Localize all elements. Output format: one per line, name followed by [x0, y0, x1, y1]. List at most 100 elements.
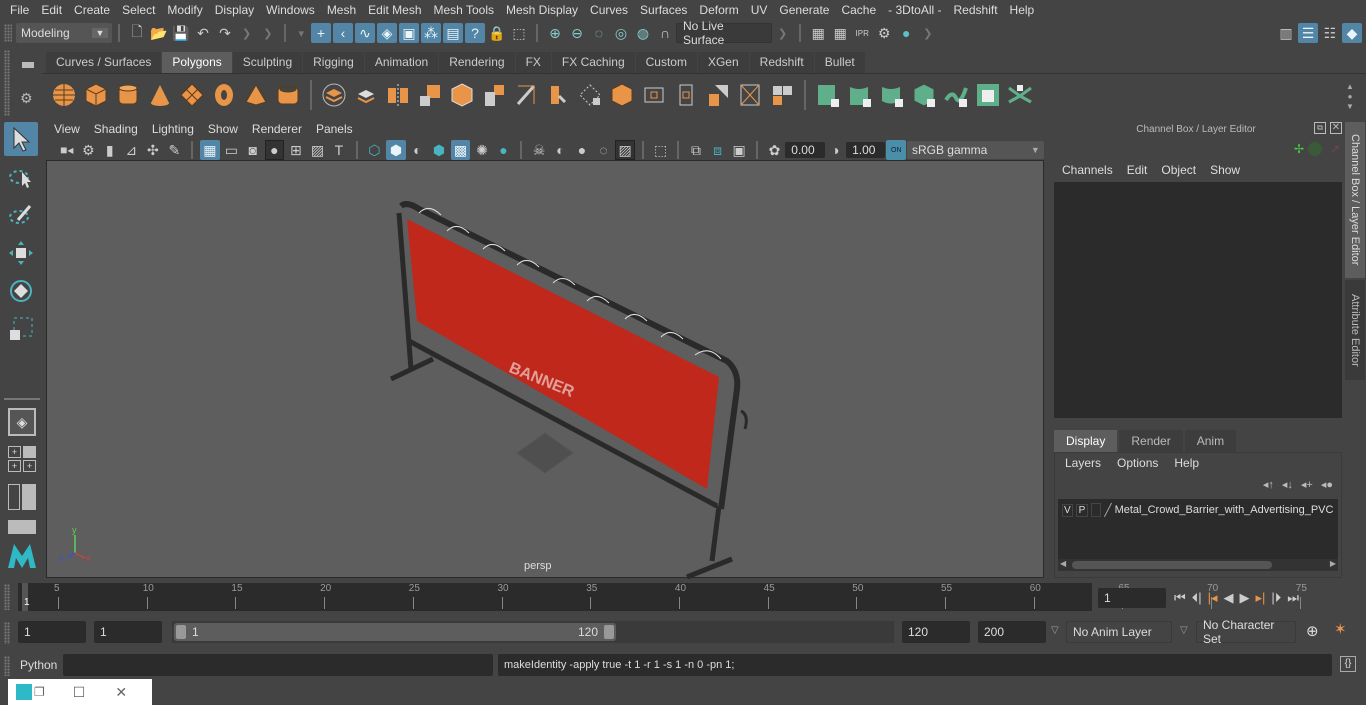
play-forwards-icon[interactable]: ▶ [1240, 590, 1250, 606]
color-space-dropdown[interactable]: sRGB gamma ▼ [906, 141, 1044, 159]
workspace-mode-dropdown[interactable]: Modeling ▼ [16, 23, 112, 43]
2d-pan-zoom-icon[interactable]: ✣ [143, 140, 163, 160]
grid-icon[interactable]: ▦ [200, 140, 220, 160]
drag-handle[interactable] [4, 656, 10, 676]
tab-render[interactable]: Render [1119, 430, 1183, 452]
snap-live-icon[interactable]: ◍ [633, 23, 653, 43]
depth-of-field-icon[interactable]: ◌ [594, 140, 614, 160]
shelf-menu-icon[interactable] [22, 62, 34, 65]
script-language-toggle[interactable]: Python [20, 658, 57, 672]
default-material-icon[interactable]: ◐ [408, 140, 428, 160]
menu-channels[interactable]: Channels [1062, 163, 1113, 177]
viewport-menu-view[interactable]: View [54, 122, 80, 136]
safe-title-icon[interactable]: T [329, 140, 349, 160]
gate-mask-icon[interactable]: ● [264, 140, 285, 160]
menu-mesh[interactable]: Mesh [321, 3, 362, 17]
collapse-arrow-icon[interactable]: ❯ [778, 27, 787, 40]
tab-anim[interactable]: Anim [1184, 430, 1237, 452]
wireframe-icon[interactable]: ⬡ [365, 140, 385, 160]
multi-cut-icon[interactable] [608, 81, 636, 109]
tab-animation[interactable]: Animation [364, 52, 439, 73]
xray-joints-icon[interactable]: ⧉ [686, 140, 706, 160]
backface-culling-icon[interactable]: ▣ [729, 140, 749, 160]
live-surface-field[interactable]: No Live Surface [675, 19, 772, 47]
film-gate-icon[interactable]: ▭ [222, 140, 242, 160]
chevron-down-icon[interactable]: ▽ [1051, 625, 1059, 636]
bevel-icon[interactable] [512, 81, 540, 109]
tab-rigging[interactable]: Rigging [303, 52, 364, 73]
go-to-end-icon[interactable]: ⏭ [1287, 590, 1299, 606]
menu-cb-edit[interactable]: Edit [1127, 163, 1148, 177]
modeling-toolkit-icon[interactable]: ▥ [1276, 23, 1296, 43]
menu-create[interactable]: Create [68, 3, 116, 17]
range-slider[interactable]: 1 120 [174, 623, 616, 641]
lock-icon[interactable]: 🔒 [487, 23, 507, 43]
new-scene-icon[interactable]: 🗋 [127, 23, 147, 43]
bookmark-icon[interactable]: ▮ [100, 140, 120, 160]
xray-icon[interactable]: ⬚ [651, 140, 671, 160]
menu-modify[interactable]: Modify [161, 3, 208, 17]
playback-end-field[interactable]: 120 [902, 621, 970, 643]
shelf-scroll[interactable]: ▲ ● ▼ [1344, 82, 1356, 112]
playback-toggle[interactable]: P [1075, 503, 1089, 517]
booleans-icon[interactable] [448, 81, 476, 109]
combine-icon[interactable] [320, 81, 348, 109]
menu-3dtoall[interactable]: - 3DtoAll - [882, 3, 947, 17]
collapse-arrow-icon[interactable]: ❯ [923, 27, 932, 40]
menu-object[interactable]: Object [1161, 163, 1196, 177]
menu-layer-help[interactable]: Help [1174, 456, 1199, 470]
field-chart-icon[interactable]: ⊞ [286, 140, 306, 160]
uv-editor-icon[interactable] [974, 81, 1002, 109]
move-tool-icon[interactable] [4, 236, 38, 270]
play-backwards-icon[interactable]: ◀ [1224, 590, 1234, 606]
poly-sphere-icon[interactable] [50, 81, 78, 109]
ipr-icon[interactable]: IPR [852, 23, 872, 43]
menu-redshift[interactable]: Redshift [948, 3, 1004, 17]
scroll-up-icon[interactable]: ▲ [1346, 82, 1354, 92]
command-input[interactable] [63, 654, 493, 676]
select-points-icon[interactable]: ◈ [376, 23, 397, 43]
menu-surfaces[interactable]: Surfaces [634, 3, 693, 17]
automatic-mapping-icon[interactable] [846, 81, 874, 109]
exposure-icon[interactable]: ✿ [765, 140, 785, 160]
open-scene-icon[interactable]: 📂 [149, 23, 169, 43]
wireframe-on-shaded-icon[interactable]: ⬢ [429, 140, 449, 160]
persp-graph-layout-icon[interactable] [8, 520, 36, 534]
viewport-menu-show[interactable]: Show [208, 122, 238, 136]
cylindrical-mapping-icon[interactable] [878, 81, 906, 109]
save-scene-icon[interactable]: 💾 [171, 23, 191, 43]
viewport-3d[interactable]: BANNER y x z persp [46, 160, 1044, 580]
redo-icon[interactable]: ↷ [215, 23, 235, 43]
select-tool-icon[interactable]: ⬚ [509, 23, 529, 43]
color-management-toggle[interactable]: ON [886, 140, 906, 160]
extract-icon[interactable] [384, 81, 412, 109]
layer-scrollbar[interactable]: ◀ ▶ [1058, 559, 1338, 571]
spherical-mapping-icon[interactable] [910, 81, 938, 109]
viewport-menu-shading[interactable]: Shading [94, 122, 138, 136]
menu-mesh-tools[interactable]: Mesh Tools [428, 3, 500, 17]
tab-fx[interactable]: FX [515, 52, 551, 73]
script-editor-icon[interactable]: {} [1340, 656, 1356, 672]
paint-select-tool-icon[interactable] [4, 198, 38, 232]
multisample-aa-icon[interactable]: ● [572, 140, 592, 160]
anim-layer-dropdown[interactable]: No Anim Layer [1066, 621, 1172, 643]
move-layer-down-icon[interactable]: ◂↓ [1282, 478, 1293, 491]
visibility-toggle[interactable]: V [1062, 503, 1073, 517]
bridge-icon[interactable] [544, 81, 572, 109]
snap-curve-icon[interactable]: ⊖ [567, 23, 587, 43]
select-by-hierarchy-icon[interactable]: + [310, 23, 331, 43]
tab-sculpting[interactable]: Sculpting [232, 52, 303, 73]
layer-name[interactable]: Metal_Crowd_Barrier_with_Advertising_PVC [1115, 504, 1334, 516]
camera-icon[interactable]: ■◂ [57, 140, 77, 160]
chevron-down-icon[interactable]: ▽ [1180, 625, 1188, 636]
poly-pipe-icon[interactable] [274, 81, 302, 109]
animation-preferences-icon[interactable]: ✶ [1334, 620, 1347, 638]
insert-edge-loop-icon[interactable] [736, 81, 764, 109]
scene-end-field[interactable]: 200 [978, 621, 1046, 643]
menu-cache[interactable]: Cache [835, 3, 882, 17]
step-back-frame-icon[interactable]: ⏴| [1192, 590, 1202, 606]
menu-show[interactable]: Show [1210, 163, 1240, 177]
poly-cube-icon[interactable] [82, 81, 110, 109]
tab-polygons[interactable]: Polygons [162, 52, 232, 73]
poly-plane-icon[interactable] [178, 81, 206, 109]
